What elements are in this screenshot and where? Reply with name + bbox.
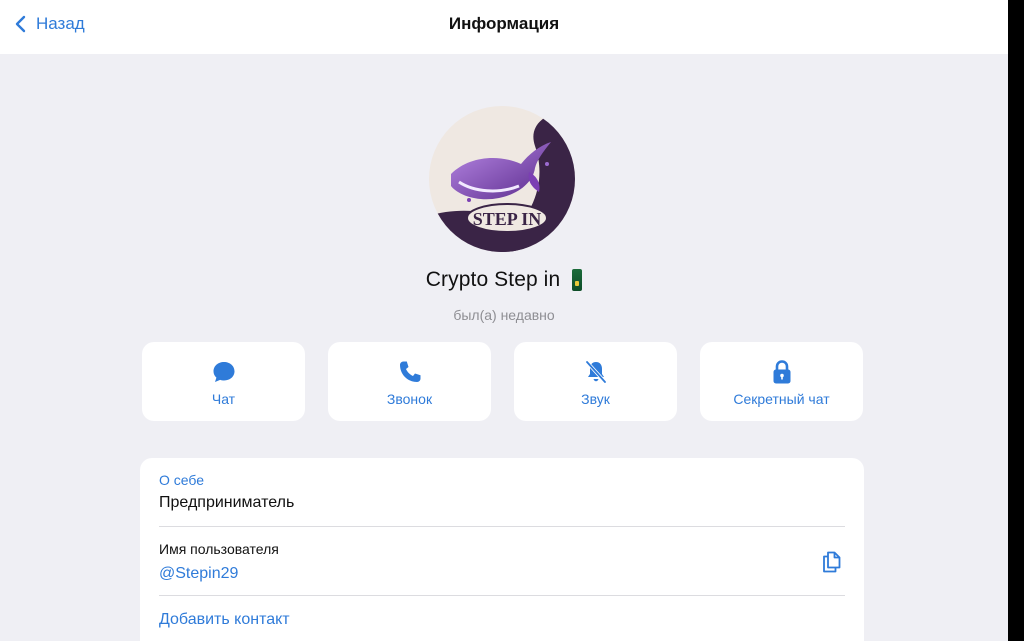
- bell-slash-icon: [514, 358, 677, 386]
- contact-info-screen: Назад Информация STEP IN Crypto Step in: [0, 0, 1008, 641]
- call-button[interactable]: Звонок: [328, 342, 491, 421]
- call-button-label: Звонок: [386, 391, 433, 407]
- about-label: О себе: [159, 472, 205, 488]
- about-row: О себе Предприниматель: [159, 472, 294, 512]
- add-contact-button[interactable]: Добавить контакт: [159, 611, 290, 629]
- sound-button[interactable]: Звук: [514, 342, 677, 421]
- divider: [159, 526, 845, 527]
- copy-icon[interactable]: [820, 549, 844, 575]
- logo-text: STEP IN: [473, 209, 542, 229]
- page-title: Информация: [448, 14, 560, 33]
- lock-icon: [700, 358, 863, 386]
- chat-button-label: Чат: [211, 391, 236, 407]
- about-value: Предприниматель: [159, 494, 295, 511]
- sound-button-label: Звук: [581, 391, 610, 407]
- username-label: Имя пользователя: [159, 541, 279, 557]
- secret-chat-button[interactable]: Секретный чат: [700, 342, 863, 421]
- info-card: О себе Предприниматель Имя пользователя …: [140, 458, 864, 641]
- phone-icon: [328, 358, 491, 386]
- avatar[interactable]: STEP IN: [429, 106, 575, 252]
- whale-logo-image: STEP IN: [429, 106, 575, 252]
- chat-button[interactable]: Чат: [142, 342, 305, 421]
- action-buttons: Чат Звонок Звук Секретный чат: [142, 342, 864, 422]
- profile-name: Crypto Step in: [425, 268, 561, 291]
- navigation-bar: Назад Информация: [0, 0, 1008, 54]
- last-seen-status: был(а) недавно: [453, 307, 555, 323]
- chat-bubble-icon: [142, 358, 305, 386]
- profile-name-row: Crypto Step in: [0, 268, 1008, 292]
- secret-chat-button-label: Секретный чат: [733, 391, 830, 407]
- username-row[interactable]: Имя пользователя @Stepin29: [159, 541, 279, 583]
- username-value[interactable]: @Stepin29: [159, 565, 279, 583]
- battery-emoji-icon: [572, 269, 583, 291]
- divider: [159, 595, 845, 596]
